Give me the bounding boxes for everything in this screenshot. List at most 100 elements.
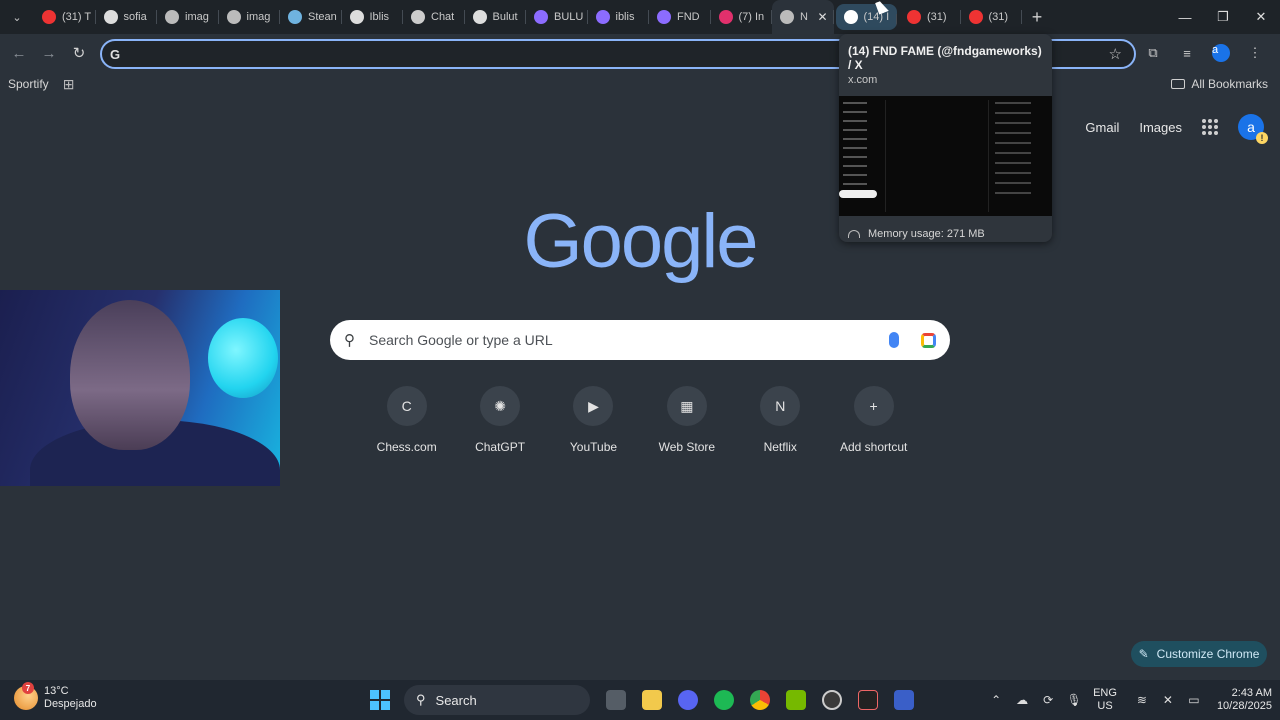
tab[interactable]: Chat (403, 0, 465, 34)
maximize-button[interactable]: ❐ (1204, 0, 1242, 34)
tab[interactable]: (31) (899, 0, 961, 34)
tab[interactable]: Bulut (465, 0, 527, 34)
google-apps-icon[interactable] (1202, 119, 1218, 135)
account-avatar[interactable]: a ! (1238, 114, 1268, 144)
tab-title: (31) (988, 11, 1009, 23)
app-icon[interactable] (850, 684, 886, 716)
taskbar-apps: ⚲ Search (370, 684, 922, 716)
clock-date: 10/28/2025 (1216, 700, 1272, 712)
spotify-icon[interactable] (706, 684, 742, 716)
language-indicator[interactable]: ENG US (1093, 687, 1117, 713)
taskbar-search-label: Search (435, 692, 477, 708)
nvidia-icon[interactable] (778, 684, 814, 716)
chrome-icon (780, 10, 794, 24)
shortcut-tile[interactable]: C Chess.com (360, 386, 453, 454)
shortcut-tile[interactable]: ▦ Web Store (640, 386, 733, 454)
tab[interactable]: N ✕ (772, 0, 834, 34)
bookmark-item[interactable]: Sportify (8, 77, 49, 91)
tab[interactable]: imag (219, 0, 281, 34)
menu-icon[interactable]: ⋮ (1238, 38, 1272, 68)
openai-icon (411, 10, 425, 24)
memory-usage: Memory usage: 271 MB (839, 216, 1052, 242)
microphone-icon[interactable]: 🎙 (1061, 693, 1087, 707)
tab-search-icon[interactable]: ⌄ (0, 0, 34, 34)
all-bookmarks-button[interactable]: All Bookmarks (1171, 77, 1268, 91)
extensions-icon[interactable]: ⧉ (1136, 38, 1170, 68)
shortcut-tile[interactable]: N Netflix (734, 386, 827, 454)
warning-icon: ! (1256, 132, 1268, 144)
weather-badge: 7 (22, 682, 34, 694)
file-explorer-icon[interactable] (634, 684, 670, 716)
battery-icon[interactable]: ▭ (1181, 693, 1207, 707)
lang-region: US (1097, 700, 1113, 712)
shortcut-label: Web Store (658, 440, 716, 454)
game-icon[interactable] (886, 684, 922, 716)
windows-start-icon[interactable] (370, 690, 390, 710)
images-link[interactable]: Images (1139, 120, 1182, 135)
shortcut-icon: C (386, 386, 427, 426)
customize-chrome-button[interactable]: ✎ Customize Chrome (1131, 641, 1267, 667)
suno-icon (657, 10, 671, 24)
google-lens-icon[interactable] (921, 332, 936, 348)
tab[interactable]: (31) (961, 0, 1023, 34)
clock[interactable]: 2:43 AM 10/28/2025 (1217, 687, 1272, 713)
profile-button[interactable]: a (1204, 38, 1238, 68)
tab[interactable]: (7) In (711, 0, 773, 34)
steam-icon (288, 10, 302, 24)
google-logo: Google (523, 199, 758, 284)
taskbar-search[interactable]: ⚲ Search (404, 685, 590, 715)
ntp-search-box[interactable]: ⚲ (330, 320, 950, 360)
gmail-link[interactable]: Gmail (1085, 120, 1119, 135)
shortcut-tile[interactable]: ✺ ChatGPT (453, 386, 546, 454)
bookmark-star-icon[interactable]: ☆ (1109, 45, 1122, 63)
cloud-icon[interactable]: ☁ (1009, 693, 1035, 707)
tab[interactable]: iblis (588, 0, 650, 34)
pencil-icon: ✎ (1138, 647, 1149, 661)
search-icon: ⚲ (416, 692, 426, 707)
new-tab-button[interactable]: + (1022, 0, 1052, 34)
folder-icon (1171, 79, 1186, 89)
discord-icon[interactable] (670, 684, 706, 716)
sync-icon[interactable]: ⟳ (1035, 693, 1061, 707)
tab[interactable]: Stean (280, 0, 342, 34)
tab[interactable]: sofia (96, 0, 158, 34)
window-controls: — ❐ ✕ (1166, 0, 1280, 34)
shortcut-icon: ▶ (573, 386, 614, 426)
task-view-icon[interactable] (598, 684, 634, 716)
chrome-icon[interactable] (742, 684, 778, 716)
media-controls-icon[interactable]: ≡ (1170, 38, 1204, 68)
wifi-icon[interactable]: ≋ (1129, 693, 1155, 707)
reload-button[interactable]: ↻ (64, 38, 94, 68)
apps-grid-icon[interactable]: ⊞ (63, 76, 75, 93)
volume-muted-icon[interactable]: ✕ (1155, 693, 1181, 707)
weather-condition: Despejado (44, 698, 97, 710)
tab[interactable]: (31) T (34, 0, 96, 34)
chrome-window: ⌄ (31) T sofia imag imag Stean Iblis Chat Bulut… (0, 0, 1280, 720)
ntp-search-input[interactable] (369, 332, 889, 348)
clock-time: 2:43 AM (1231, 687, 1272, 699)
tab-title: BULU (554, 11, 584, 23)
tab[interactable]: Iblis (342, 0, 404, 34)
tab[interactable]: imag (157, 0, 219, 34)
toolbar: ← → ↻ G ☆ ⧉ ≡ a ⋮ (0, 34, 1280, 72)
close-window-button[interactable]: ✕ (1242, 0, 1280, 34)
tab[interactable]: FND (649, 0, 711, 34)
tab-title: Stean (308, 11, 337, 23)
x-icon (843, 10, 858, 24)
weather-widget[interactable]: 7 13°C Despejado (14, 682, 97, 711)
memory-gauge-icon (848, 230, 860, 238)
tab-title: Iblis (369, 11, 390, 23)
voice-search-icon[interactable] (889, 332, 899, 348)
tab-title: Bulut (492, 11, 518, 23)
close-tab-icon[interactable]: ✕ (817, 10, 827, 24)
shortcut-tile[interactable]: ▶ YouTube (547, 386, 640, 454)
minimize-button[interactable]: — (1166, 0, 1204, 34)
tab[interactable]: BULU (526, 0, 588, 34)
shortcut-tile[interactable]: + Add shortcut (827, 386, 920, 454)
chevron-up-icon[interactable]: ⌃ (983, 693, 1009, 707)
back-button[interactable]: ← (4, 38, 34, 68)
tab-title: (14) I (863, 11, 890, 23)
tab-title: imag (185, 11, 209, 23)
forward-button[interactable]: → (34, 38, 64, 68)
obs-icon[interactable] (814, 684, 850, 716)
